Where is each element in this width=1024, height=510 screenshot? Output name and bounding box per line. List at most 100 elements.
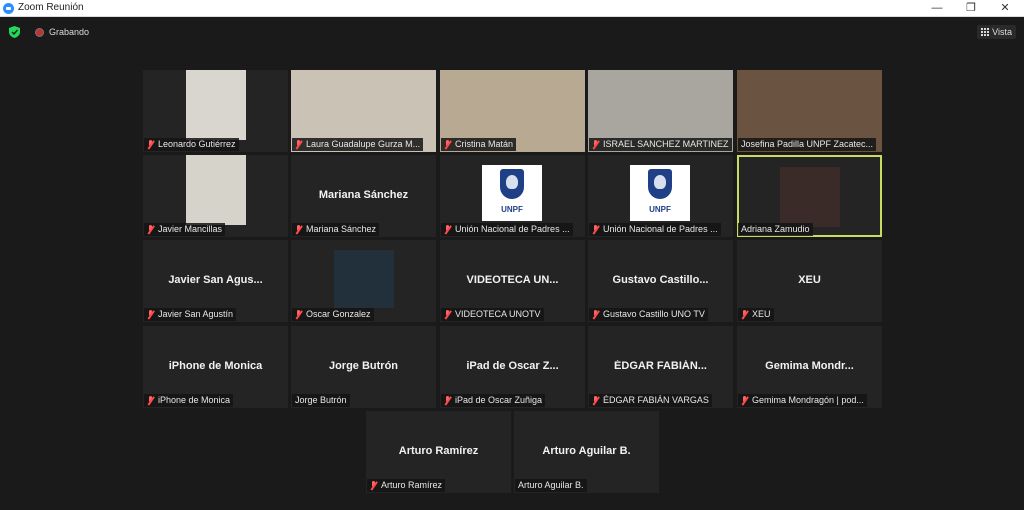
participant-name-label: Unión Nacional de Padres ...	[441, 223, 573, 236]
participant-display-name: Arturo Ramírez	[398, 445, 479, 457]
participant-tile[interactable]: Oscar Gonzalez	[291, 240, 436, 322]
participant-name: VIDEOTECA UNOTV	[455, 309, 541, 319]
participant-tile[interactable]: Leonardo Gutiérrez	[143, 70, 288, 152]
participant-name: Gustavo Castillo UNO TV	[603, 309, 705, 319]
profile-logo: UNPF	[482, 165, 542, 221]
participant-tile[interactable]: Jorge Butrón Jorge Butrón	[291, 326, 436, 408]
meeting-top-bar: Grabando Vista	[0, 18, 1024, 46]
participant-display-name: Javier San Agus...	[168, 274, 263, 286]
muted-mic-icon	[444, 140, 451, 149]
participant-name-label: Adriana Zamudio	[738, 223, 813, 236]
participant-tile[interactable]: Arturo Aguilar B. Arturo Aguilar B.	[514, 411, 659, 493]
participant-name: Oscar Gonzalez	[306, 309, 371, 319]
participant-name-label: Gustavo Castillo UNO TV	[589, 308, 708, 321]
participant-tile[interactable]: Cristina Matán	[440, 70, 585, 152]
participant-name: Mariana Sánchez	[306, 224, 377, 234]
muted-mic-icon	[147, 225, 154, 234]
recording-icon[interactable]	[35, 28, 44, 37]
title-bar: Zoom Reunión — ❐ ✕	[0, 0, 1024, 17]
muted-mic-icon	[592, 225, 599, 234]
minimize-button[interactable]: —	[920, 0, 954, 17]
participant-name-label: Javier Mancillas	[144, 223, 226, 236]
participant-display-name: iPad de Oscar Z...	[466, 360, 559, 372]
participant-name-label: ÉDGAR FABIÁN VARGAS	[589, 394, 712, 407]
participant-tile[interactable]: Gustavo Castillo... Gustavo Castillo UNO …	[588, 240, 733, 322]
participant-display-name: Gustavo Castillo...	[612, 274, 709, 286]
participant-tile[interactable]: Gemima Mondr... Gemima Mondragón | pod...	[737, 326, 882, 408]
participant-display-name: XEU	[798, 274, 821, 286]
muted-mic-icon	[741, 310, 748, 319]
participant-display-name: Mariana Sánchez	[318, 189, 409, 201]
profile-logo: UNPF	[630, 165, 690, 221]
participant-tile[interactable]: UNPF Unión Nacional de Padres ...	[588, 155, 733, 237]
participant-name: Unión Nacional de Padres ...	[603, 224, 718, 234]
participant-name-label: Gemima Mondragón | pod...	[738, 394, 867, 407]
participant-tile[interactable]: UNPF Unión Nacional de Padres ...	[440, 155, 585, 237]
participant-tile[interactable]: Adriana Zamudio	[737, 155, 882, 237]
participant-tile[interactable]: Laura Guadalupe Gurza M...	[291, 70, 436, 152]
participant-name: ISRAEL SANCHEZ MARTINEZ	[603, 139, 729, 149]
participant-name: Cristina Matán	[455, 139, 514, 149]
muted-mic-icon	[444, 396, 451, 405]
participant-name-label: Cristina Matán	[441, 138, 517, 151]
participant-name-label: VIDEOTECA UNOTV	[441, 308, 544, 321]
participant-name-label: Josefina Padilla UNPF Zacatec...	[738, 138, 877, 151]
participant-name-label: Laura Guadalupe Gurza M...	[292, 138, 424, 151]
participant-video	[779, 167, 840, 227]
participant-display-name: Jorge Butrón	[328, 360, 399, 372]
participant-name-label: Jorge Butrón	[292, 394, 350, 407]
participant-tile[interactable]: XEU XEU	[737, 240, 882, 322]
participant-name: Jorge Butrón	[295, 395, 347, 405]
participant-name: Javier Mancillas	[158, 224, 223, 234]
muted-mic-icon	[444, 310, 451, 319]
participant-name: Laura Guadalupe Gurza M...	[306, 139, 421, 149]
muted-mic-icon	[295, 140, 302, 149]
logo-text: UNPF	[649, 205, 671, 214]
participant-display-name: Gemima Mondr...	[765, 360, 854, 372]
participant-tile[interactable]: iPhone de Monica iPhone de Monica	[143, 326, 288, 408]
grid-view-icon	[981, 28, 990, 36]
muted-mic-icon	[592, 140, 599, 149]
security-shield-icon[interactable]	[9, 26, 20, 38]
participant-name-label: Javier San Agustín	[144, 308, 237, 321]
participant-tile[interactable]: iPad de Oscar Z... iPad de Oscar Zuñiga	[440, 326, 585, 408]
window-title: Zoom Reunión	[18, 2, 84, 13]
participant-name: Adriana Zamudio	[741, 224, 810, 234]
participant-tile[interactable]: VIDEOTECA UN... VIDEOTECA UNOTV	[440, 240, 585, 322]
participant-display-name: Arturo Aguilar B.	[542, 445, 631, 457]
participant-name: Gemima Mondragón | pod...	[752, 395, 864, 405]
muted-mic-icon	[147, 396, 154, 405]
participant-tile[interactable]: Arturo Ramírez Arturo Ramírez	[366, 411, 511, 493]
participant-name-label: XEU	[738, 308, 774, 321]
participant-name: Josefina Padilla UNPF Zacatec...	[741, 139, 874, 149]
participant-name-label: Oscar Gonzalez	[292, 308, 374, 321]
participant-tile[interactable]: ISRAEL SANCHEZ MARTINEZ	[588, 70, 733, 152]
logo-text: UNPF	[501, 205, 523, 214]
participant-name: Javier San Agustín	[158, 309, 234, 319]
participant-video	[185, 155, 246, 225]
participant-tile[interactable]: ÉDGAR FABIÁN... ÉDGAR FABIÁN VARGAS	[588, 326, 733, 408]
participant-name-label: Unión Nacional de Padres ...	[589, 223, 721, 236]
participant-name: Arturo Ramírez	[381, 480, 443, 490]
participant-tile[interactable]: Mariana Sánchez Mariana Sánchez	[291, 155, 436, 237]
participant-tile[interactable]: Josefina Padilla UNPF Zacatec...	[737, 70, 882, 152]
participant-name: Arturo Aguilar B.	[518, 480, 584, 490]
participant-display-name: VIDEOTECA UN...	[466, 274, 559, 286]
muted-mic-icon	[592, 396, 599, 405]
muted-mic-icon	[295, 225, 302, 234]
zoom-app-icon	[3, 3, 14, 14]
participant-name: Leonardo Gutiérrez	[158, 139, 236, 149]
participant-tile[interactable]: Javier San Agus... Javier San Agustín	[143, 240, 288, 322]
shield-logo-icon	[648, 169, 672, 199]
participant-tile[interactable]: Javier Mancillas	[143, 155, 288, 237]
participant-video	[185, 70, 246, 140]
shield-logo-icon	[500, 169, 524, 199]
close-button[interactable]: ✕	[988, 0, 1022, 17]
participant-name: iPhone de Monica	[158, 395, 231, 405]
participant-name-label: iPad de Oscar Zuñiga	[441, 394, 546, 407]
restore-button[interactable]: ❐	[954, 0, 988, 17]
view-button[interactable]: Vista	[977, 25, 1016, 39]
participant-display-name: iPhone de Monica	[168, 360, 263, 372]
participant-name: iPad de Oscar Zuñiga	[455, 395, 543, 405]
muted-mic-icon	[370, 481, 377, 490]
